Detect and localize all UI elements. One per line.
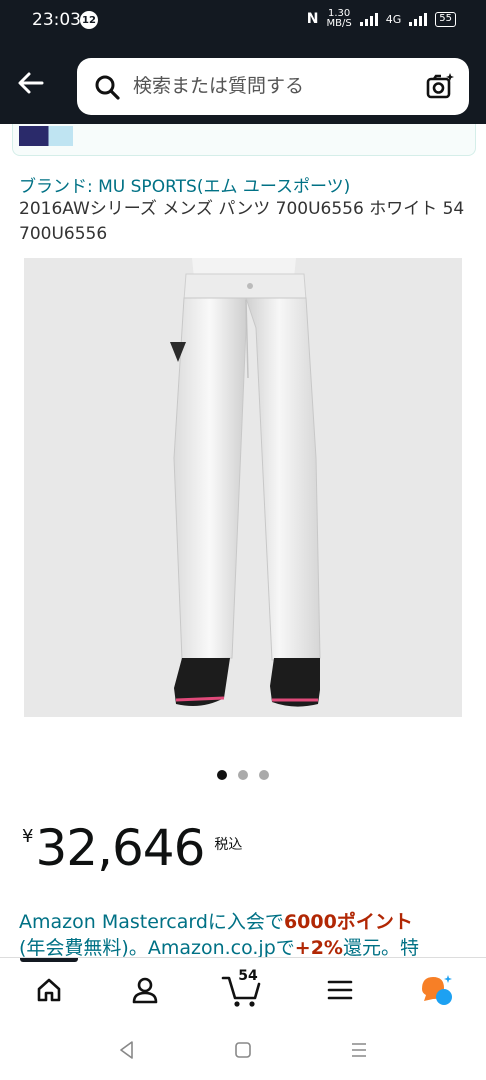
price: ¥ 32,646 税込 (22, 818, 242, 878)
nfc-icon: N (306, 11, 319, 27)
network-speed: 1.30 MB/S (326, 8, 352, 29)
price-tax-label: 税込 (214, 837, 243, 853)
system-home-icon[interactable] (231, 1038, 255, 1062)
camera-search-icon[interactable] (425, 71, 455, 101)
app-header: 23:03 12 N 1.30 MB/S 4G 55 (0, 0, 486, 124)
white-pants-image (24, 258, 462, 717)
product-title: 2016AWシリーズ メンズ パンツ 700U6556 ホワイト 54 700U… (19, 199, 465, 244)
signal-icon (359, 12, 378, 26)
product-image[interactable] (24, 258, 462, 717)
carousel-dot[interactable] (238, 770, 248, 780)
back-arrow-icon[interactable] (16, 68, 46, 98)
image-carousel-indicator[interactable] (0, 770, 486, 780)
price-currency: ¥ (22, 826, 34, 847)
nav-cart[interactable]: 54 (221, 968, 261, 1008)
mastercard-promo[interactable]: Amazon Mastercardに入会で6000ポイント (年会費無料)。Ama… (19, 909, 469, 957)
promo-percent: +2% (294, 937, 343, 957)
search-bar[interactable] (77, 58, 469, 115)
search-icon (95, 75, 120, 100)
nav-menu[interactable] (320, 972, 360, 1008)
banner-thumbnail (19, 126, 73, 146)
status-bar: 23:03 12 N 1.30 MB/S 4G 55 (0, 0, 486, 44)
promo-text-2: (年会費無料)。Amazon.co.jpで (19, 937, 295, 957)
notification-count-badge: 12 (80, 11, 98, 29)
system-navigation-bar (0, 1020, 486, 1080)
search-input[interactable] (133, 70, 413, 102)
rufus-assistant-icon (422, 975, 452, 1005)
active-tab-indicator (20, 958, 78, 962)
menu-icon (327, 980, 353, 1000)
nav-account[interactable] (125, 972, 165, 1008)
carousel-dot[interactable] (259, 770, 269, 780)
battery-icon: 55 (435, 11, 456, 27)
nav-home[interactable] (29, 972, 69, 1008)
price-amount: 32,646 (35, 819, 205, 877)
system-recents-icon[interactable] (347, 1038, 371, 1062)
signal-icon-2 (409, 12, 428, 26)
promo-text-3: 還元。特 (342, 937, 419, 957)
status-time: 23:03 (32, 10, 81, 30)
promo-text: Amazon Mastercardに入会で (19, 911, 284, 933)
nav-rufus[interactable] (416, 972, 456, 1008)
cart-count: 54 (238, 968, 258, 984)
brand-store-link[interactable]: ブランド: MU SPORTS(エム ユースポーツ) (19, 172, 350, 197)
account-icon (132, 977, 158, 1004)
promo-banner[interactable] (12, 124, 476, 156)
status-icons: N 1.30 MB/S 4G 55 (307, 9, 456, 29)
network-type-label: 4G (385, 12, 402, 26)
bottom-navigation: 54 (0, 957, 486, 1020)
carousel-dot[interactable] (217, 770, 227, 780)
system-back-icon[interactable] (115, 1038, 139, 1062)
promo-points: 6000ポイント (283, 911, 413, 933)
home-icon (37, 978, 61, 1002)
